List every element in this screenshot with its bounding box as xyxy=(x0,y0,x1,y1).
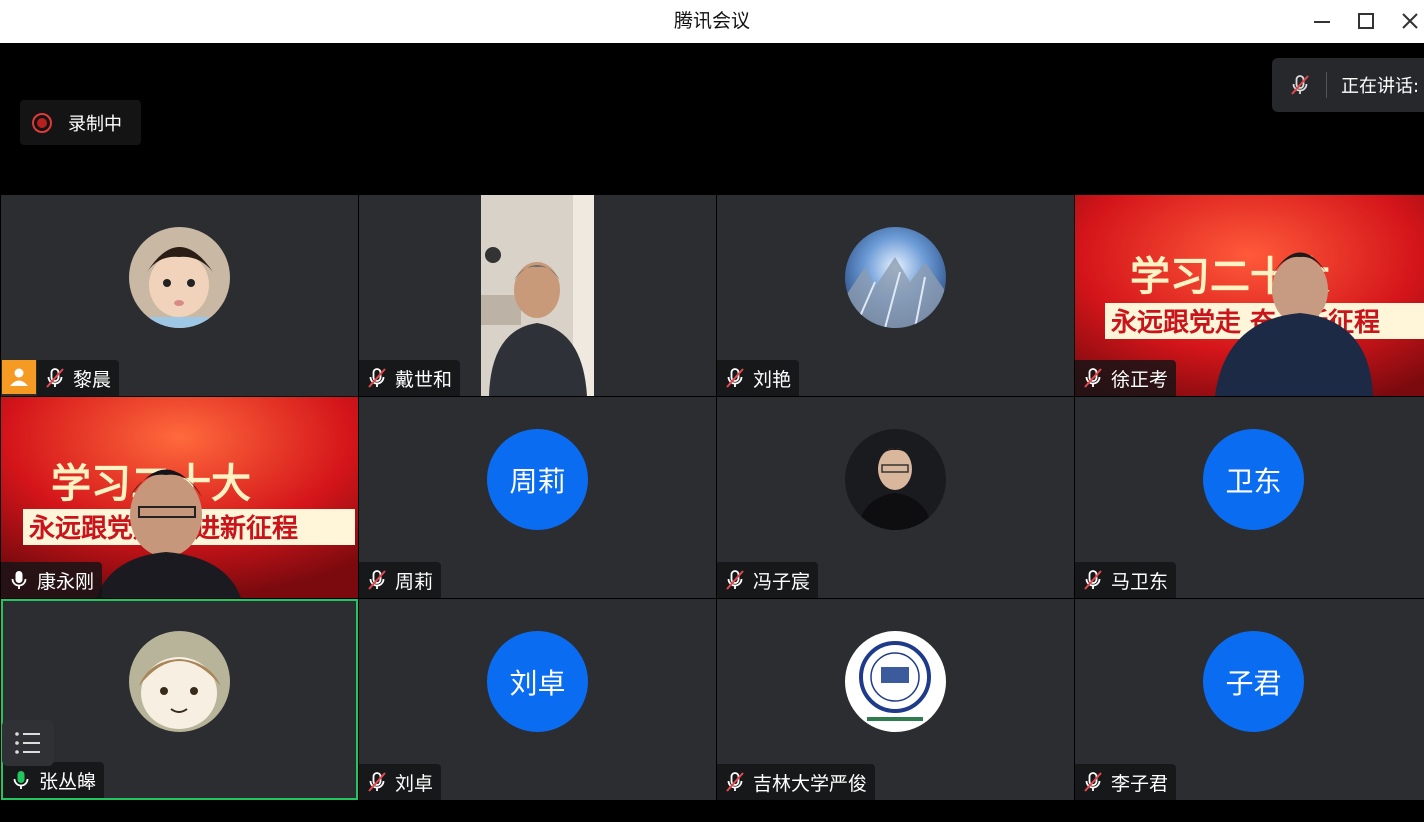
participant-name: 刘艳 xyxy=(753,368,792,391)
mic-muted-icon xyxy=(726,772,744,792)
participant-tile[interactable]: 子君 李子君 xyxy=(1075,599,1424,800)
recording-indicator[interactable]: 录制中 xyxy=(20,100,141,145)
university-logo xyxy=(845,631,946,732)
participant-tile[interactable]: 刘卓 刘卓 xyxy=(359,599,716,800)
participant-tile[interactable]: 吉林大学严俊 xyxy=(717,599,1074,800)
participant-name: 黎晨 xyxy=(73,368,112,391)
participant-tile[interactable]: 学习二十大 永远跟党走 奋进新征程 徐正考 xyxy=(1075,195,1424,396)
participant-video xyxy=(481,195,594,396)
participant-nametag: 戴世和 xyxy=(359,360,461,396)
mic-muted-icon xyxy=(1084,368,1102,388)
participant-tile[interactable]: 戴世和 xyxy=(359,195,716,396)
close-button[interactable] xyxy=(1392,6,1424,36)
participant-avatar xyxy=(129,631,230,732)
participant-nametag: 徐正考 xyxy=(1075,360,1177,396)
participant-nametag: 冯子宸 xyxy=(717,562,819,598)
participant-list-button[interactable] xyxy=(2,720,54,766)
host-badge xyxy=(2,360,36,394)
mic-active-icon xyxy=(13,771,29,789)
participant-nametag: 康永刚 xyxy=(1,562,103,598)
mic-muted-icon xyxy=(368,570,386,590)
mic-muted-icon xyxy=(726,570,744,590)
participant-name: 马卫东 xyxy=(1111,570,1169,593)
mic-muted-icon xyxy=(1291,75,1309,95)
divider xyxy=(1326,72,1327,98)
participant-name: 张丛皞 xyxy=(39,770,97,793)
minimize-button[interactable] xyxy=(1304,6,1340,36)
participant-nametag: 李子君 xyxy=(1075,764,1177,800)
mic-muted-icon xyxy=(46,368,64,388)
participant-nametag: 周莉 xyxy=(359,562,442,598)
participant-tile[interactable]: 卫东 马卫东 xyxy=(1075,397,1424,598)
participant-name: 康永刚 xyxy=(37,570,95,593)
maximize-button[interactable] xyxy=(1348,6,1384,36)
record-icon xyxy=(32,112,52,133)
participant-tile[interactable]: 刘艳 xyxy=(717,195,1074,396)
participant-tile[interactable]: 学习二十大 永远跟党走 奋进新征程 康永刚 xyxy=(1,397,358,598)
maximize-icon xyxy=(1358,13,1374,29)
recording-label: 录制中 xyxy=(68,113,122,135)
participant-name: 戴世和 xyxy=(395,368,453,391)
participant-avatar: 刘卓 xyxy=(487,631,588,732)
participant-avatar: 子君 xyxy=(1203,631,1304,732)
mic-muted-icon xyxy=(368,772,386,792)
mic-muted-icon xyxy=(1084,570,1102,590)
participant-nametag: 吉林大学严俊 xyxy=(717,764,876,800)
participant-tile-active[interactable]: 张丛皞 xyxy=(1,599,358,800)
participant-name: 冯子宸 xyxy=(753,570,811,593)
close-icon xyxy=(1402,13,1418,29)
list-icon xyxy=(15,732,40,754)
participant-nametag: 刘艳 xyxy=(717,360,800,396)
participant-name: 徐正考 xyxy=(1111,368,1169,391)
participant-name: 李子君 xyxy=(1111,772,1169,795)
participant-avatar xyxy=(845,227,946,328)
participant-nametag: 刘卓 xyxy=(359,764,442,800)
participant-nametag: 马卫东 xyxy=(1075,562,1177,598)
mic-icon xyxy=(11,571,27,589)
participant-tile[interactable]: 冯子宸 xyxy=(717,397,1074,598)
participant-grid: 黎晨 戴世和 刘艳 学习二十大 永远跟党走 奋进新征程 徐正考 永远跟党走 奋进… xyxy=(0,194,1424,800)
participant-avatar: 卫东 xyxy=(1203,429,1304,530)
participant-tile[interactable]: 周莉 周莉 xyxy=(359,397,716,598)
minimize-icon xyxy=(1314,21,1330,23)
speaking-label: 正在讲话: 5 xyxy=(1341,76,1424,97)
participant-nametag: 黎晨 xyxy=(37,360,120,396)
speaking-indicator[interactable]: 正在讲话: 5 xyxy=(1272,58,1424,112)
participant-nametag: 张丛皞 xyxy=(3,762,105,798)
participant-avatar xyxy=(845,429,946,530)
participant-avatar xyxy=(845,631,946,732)
mic-muted-icon xyxy=(368,368,386,388)
title-bar: 腾讯会议 xyxy=(0,0,1424,43)
participant-avatar xyxy=(129,227,230,328)
person-icon xyxy=(10,368,28,386)
mic-muted-icon xyxy=(726,368,744,388)
participant-name: 刘卓 xyxy=(395,772,434,795)
participant-name: 吉林大学严俊 xyxy=(753,772,868,795)
window-title: 腾讯会议 xyxy=(673,10,750,32)
participant-avatar: 周莉 xyxy=(487,429,588,530)
mic-muted-icon xyxy=(1084,772,1102,792)
participant-name: 周莉 xyxy=(395,570,434,593)
participant-tile[interactable]: 黎晨 xyxy=(1,195,358,396)
